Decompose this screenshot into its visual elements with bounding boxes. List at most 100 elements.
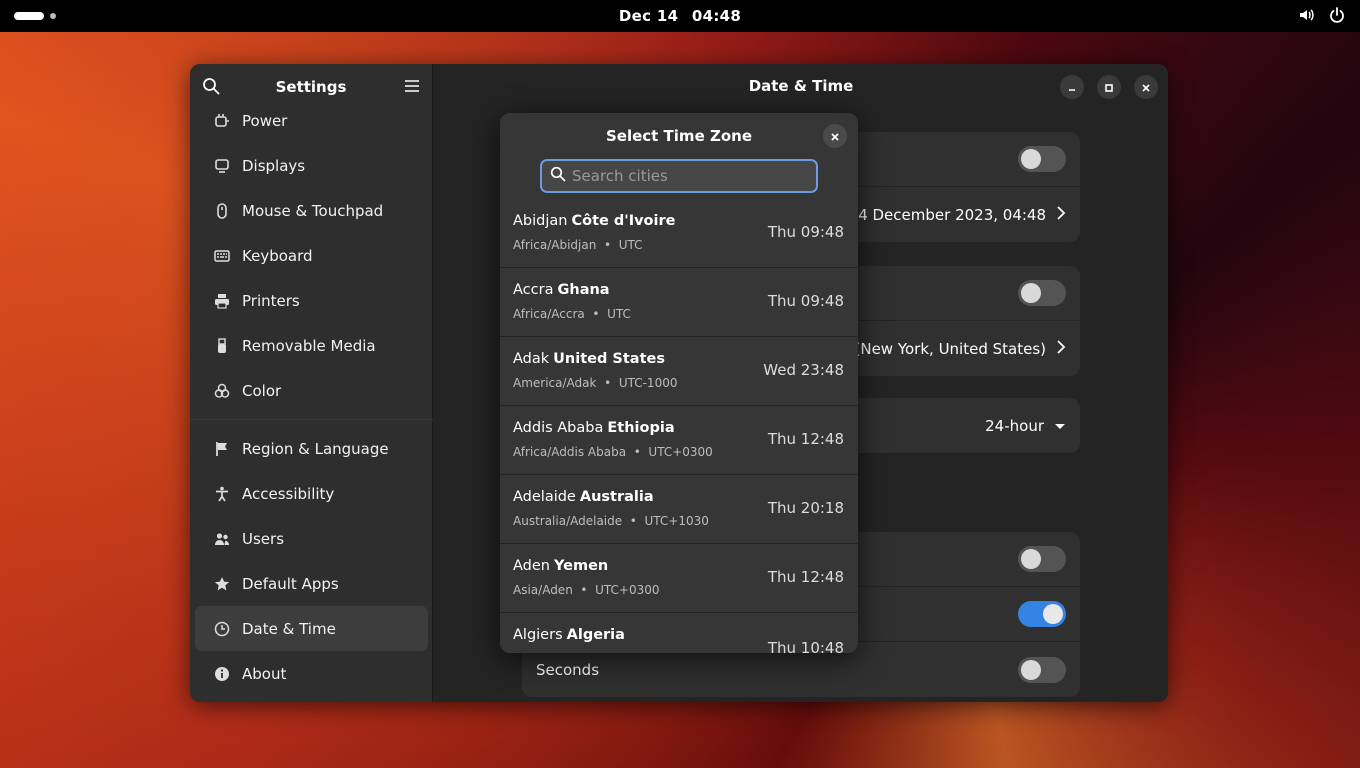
tz-time: Thu 09:48 [767,223,844,241]
sidebar-item-label: About [242,664,287,683]
sidebar-item-label: Keyboard [242,246,313,265]
tz-details: Asia/Aden • UTC+0300 [513,583,660,597]
sidebar-item-label: Date & Time [242,619,336,638]
sidebar-item-label: Region & Language [242,439,389,458]
tz-city: Accra [513,282,554,298]
hamburger-menu-icon[interactable] [404,78,420,98]
tz-offset: UTC+1030 [644,514,709,528]
list-item[interactable]: Aden Yemen Asia/Aden • UTC+0300 Thu 12:48 [500,544,858,613]
tz-country: Algeria [566,627,625,643]
sidebar-separator [190,419,433,420]
tz-time: Thu 12:48 [767,568,844,586]
toggle-knob [1021,149,1041,169]
list-item[interactable]: Accra Ghana Africa/Accra • UTC Thu 09:48 [500,268,858,337]
sidebar-item-users[interactable]: Users [195,516,428,561]
sidebar-item-region-language[interactable]: Region & Language [195,426,428,471]
seconds-toggle[interactable] [1018,656,1066,683]
tz-location: Aden Yemen [513,558,608,574]
maximize-button[interactable] [1097,75,1121,99]
list-item[interactable]: Addis Ababa Ethiopia Africa/Addis Ababa •… [500,406,858,475]
dialog-close-button[interactable] [823,124,847,148]
search-cities-box[interactable] [540,159,818,193]
activities-indicator[interactable] [14,12,56,20]
tz-time: Thu 10:48 [767,639,844,653]
accessibility-icon [213,485,231,503]
minimize-button[interactable] [1060,75,1084,99]
chevron-right-icon [1056,339,1066,358]
tz-time: Thu 12:48 [767,430,844,448]
star-icon [213,575,231,593]
display-icon [213,157,231,175]
tz-details: Australia/Adelaide • UTC+1030 [513,514,709,528]
tz-city: Adak [513,351,550,367]
volume-icon [1298,6,1316,24]
sidebar-item-default-apps[interactable]: Default Apps [195,561,428,606]
tz-location: Adelaide Australia [513,489,654,505]
sidebar-item-label: Power [242,111,288,130]
date-time-value: 14 December 2023, 04:48 [848,205,1046,224]
sidebar: Settings Power Displays Mouse & Touchpad… [190,64,433,702]
sidebar-item-label: Color [242,381,282,400]
sidebar-item-printers[interactable]: Printers [195,278,428,323]
automatic-timezone-toggle[interactable] [1018,280,1066,306]
select-timezone-dialog: Select Time Zone AbidjanCôte d'Ivoire Af… [500,113,858,653]
system-tray[interactable] [1298,6,1346,24]
sidebar-item-date-time[interactable]: Date & Time [195,606,428,651]
tz-location: Abidjan Côte d'Ivoire [513,213,675,229]
clock-icon [213,620,231,638]
list-item[interactable]: Algiers Algeria Thu 10:48 [500,613,858,653]
sidebar-item-accessibility[interactable]: Accessibility [195,471,428,516]
minimize-icon [1067,78,1077,97]
tz-city: Addis Ababa [513,420,604,436]
automatic-date-time-toggle[interactable] [1018,146,1066,172]
sidebar-item-about[interactable]: About [195,651,428,696]
workspace-pill [14,12,44,20]
usb-icon [213,337,231,355]
sidebar-item-power[interactable]: Power [195,98,428,143]
tz-details: America/Adak • UTC-1000 [513,376,678,390]
tz-location: Accra Ghana [513,282,610,298]
toggle-knob [1021,659,1041,680]
tz-id: Asia/Aden [513,583,573,597]
close-icon [830,127,840,146]
workspace-dot [50,13,56,19]
tz-offset: UTC [618,238,643,252]
list-item[interactable]: Abidjan Côte d'Ivoire Africa/Abidjan • UT… [500,199,858,268]
sidebar-item-displays[interactable]: Displays [195,143,428,188]
sidebar-title: Settings [275,78,347,96]
palette-icon [213,382,231,400]
sidebar-item-color[interactable]: Color [195,368,428,413]
date-toggle[interactable] [1018,601,1066,627]
search-cities-input[interactable] [572,167,802,185]
tz-details: Africa/Accra • UTC [513,307,631,321]
tz-country: Australia [579,489,654,505]
close-button[interactable] [1134,75,1158,99]
list-item[interactable]: Adelaide Australia Australia/Adelaide • U… [500,475,858,544]
tz-id: Africa/Accra [513,307,585,321]
tz-time: Wed 23:48 [763,361,844,379]
chevron-down-icon [1054,417,1066,435]
clock[interactable]: Dec 14 04:48 [615,7,745,25]
tz-city: Algiers [513,627,563,643]
sidebar-item-mouse-touchpad[interactable]: Mouse & Touchpad [195,188,428,233]
tz-id: Africa/Abidjan [513,238,597,252]
sidebar-item-removable-media[interactable]: Removable Media [195,323,428,368]
sidebar-item-label: Displays [242,156,306,175]
tz-country: Ethiopia [607,420,675,436]
sidebar-item-label: Removable Media [242,336,376,355]
tz-country: United States [553,351,665,367]
tz-country: Côte d'Ivoire [571,213,676,229]
sidebar-item-keyboard[interactable]: Keyboard [195,233,428,278]
sidebar-item-label: Printers [242,291,300,310]
toggle-knob [1021,283,1041,303]
sidebar-item-label: Accessibility [242,484,335,503]
power-plug-icon [213,112,231,130]
weekday-toggle[interactable] [1018,546,1066,572]
tz-offset: UTC+0300 [648,445,713,459]
list-item[interactable]: Adak United States America/Adak • UTC-100… [500,337,858,406]
dialog-title: Select Time Zone [605,127,752,145]
search-icon[interactable] [202,77,220,99]
tz-city: Aden [513,558,550,574]
tz-country: Ghana [557,282,610,298]
chevron-right-icon [1056,205,1066,224]
